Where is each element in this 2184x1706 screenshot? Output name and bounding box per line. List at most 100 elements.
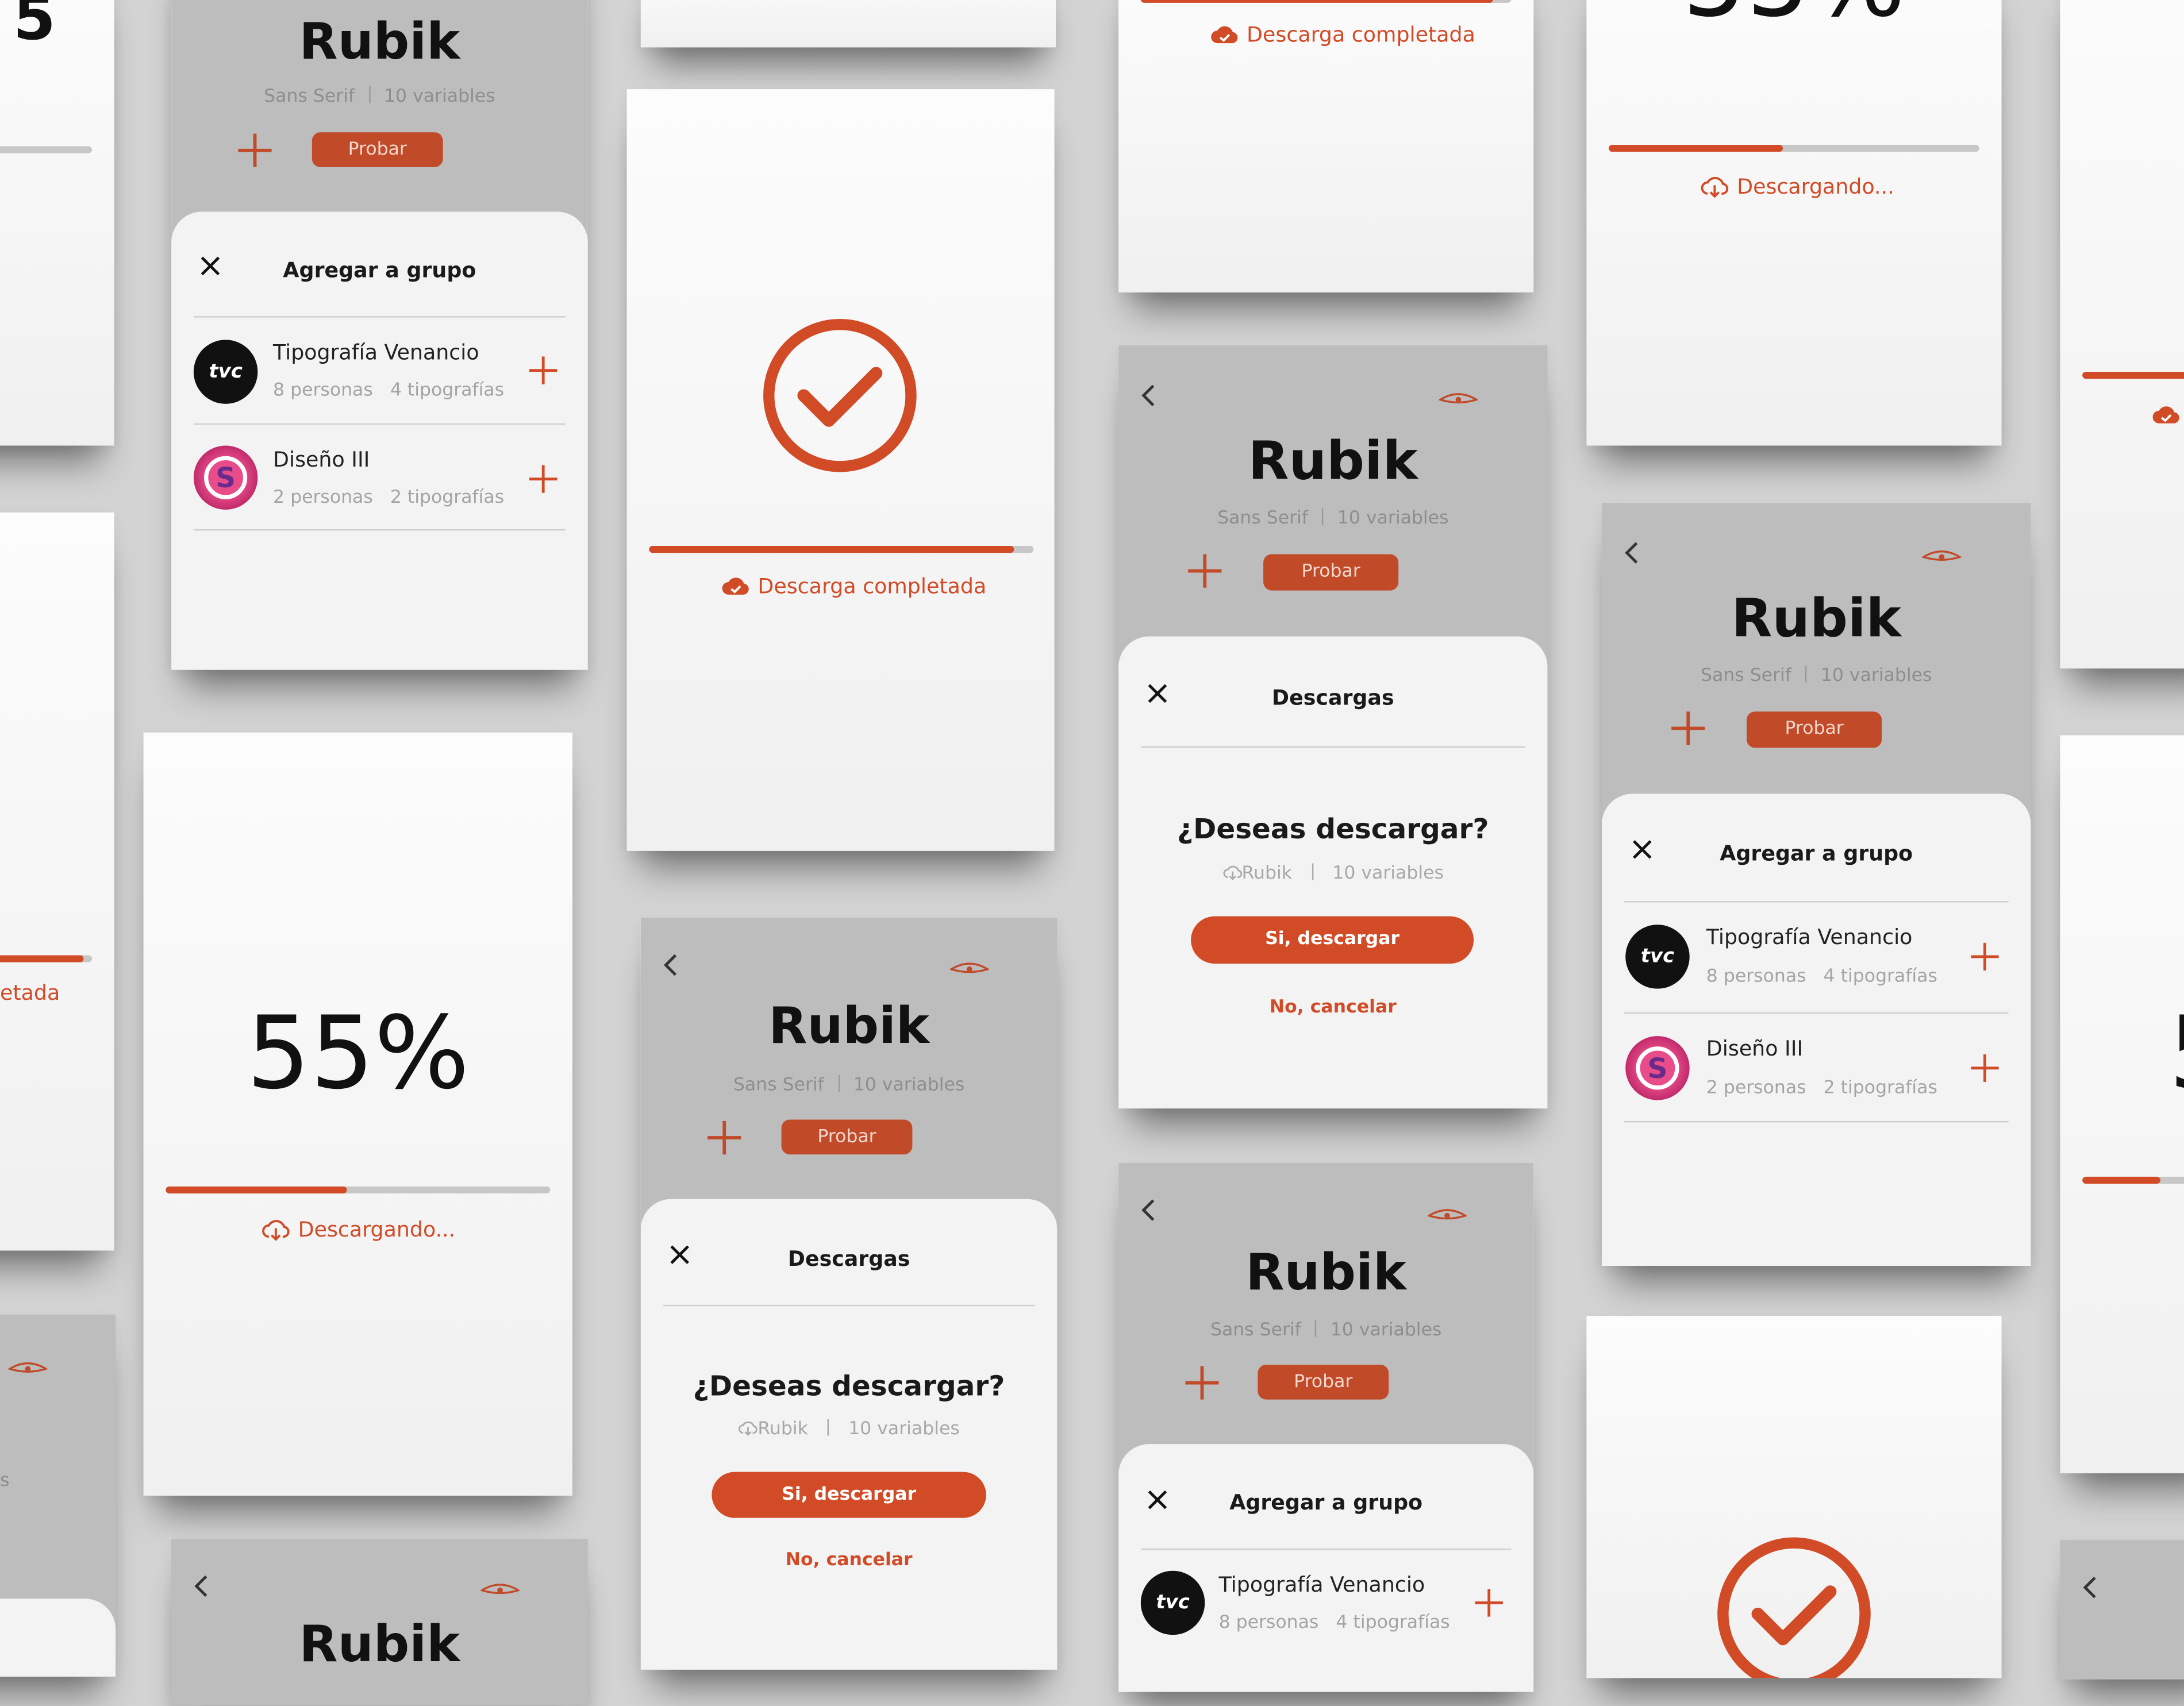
plus-icon[interactable] (236, 131, 275, 170)
group-meta: 8 personas 4 tipografías (1706, 966, 1937, 988)
back-icon[interactable] (1135, 1196, 1163, 1224)
font-meta: Sans Serif 10 variables (1701, 665, 1932, 687)
add-to-group-plus-icon[interactable] (529, 356, 557, 384)
font-title: Rubik (1245, 1245, 1407, 1302)
cloud-done-icon (2152, 406, 2179, 423)
downloads-sheet: Descargas ¿Deseas descargar? Rubik 10 var… (1118, 636, 1548, 1109)
sheet-title: Agregar a grupo (283, 257, 476, 283)
font-meta: Sans Serif 10 variables (1210, 1320, 1442, 1341)
back-icon[interactable] (1618, 539, 1646, 567)
screen-add-group-3: Rubik Sans Serif 10 variables Probar Agre… (1118, 1162, 1534, 1692)
screen-rubik-partial: s (0, 1314, 116, 1677)
sheet-title: Agregar a grupo (1229, 1490, 1423, 1515)
add-to-group-plus-icon[interactable] (1971, 942, 1999, 971)
avatar-tvc: tvc (1625, 925, 1690, 989)
progress-track (2082, 372, 2184, 379)
cancel-download-button[interactable]: No, cancelar (1118, 997, 1547, 1018)
eye-icon[interactable] (1922, 550, 1962, 564)
group-meta: 2 personas 2 tipografías (273, 487, 505, 509)
group-name: Tipografía Venancio (1706, 925, 1913, 950)
font-title: Rubik (299, 14, 460, 71)
add-group-sheet: Agregar a grupo tvc Tipografía Venancio … (1118, 1444, 1534, 1692)
screen-downloading-right: 5 (2060, 735, 2184, 1474)
plus-icon[interactable] (1185, 552, 1224, 591)
screen-downloads-2: Rubik Sans Serif 10 variables Probar Desc… (1118, 345, 1548, 1109)
progress-fill (166, 1186, 347, 1193)
back-icon[interactable] (188, 1572, 216, 1600)
screen-downloading-top: 55% Descargando... (1586, 0, 2002, 446)
group-meta: 8 personas 4 tipografías (273, 380, 505, 401)
avatar-tvc: tvc (193, 340, 258, 404)
add-to-group-plus-icon[interactable] (529, 465, 557, 493)
progress-track (1140, 0, 1512, 3)
progress-track (0, 955, 92, 962)
try-button[interactable]: Probar (1263, 554, 1399, 591)
font-title: Rubik (768, 998, 929, 1056)
cloud-done-icon (722, 577, 749, 595)
group-name: Tipografía Venancio (1218, 1572, 1425, 1597)
confirm-download-button[interactable]: Si, descargar (1191, 916, 1474, 964)
check-circle-icon (763, 318, 917, 472)
add-to-group-plus-icon[interactable] (1475, 1589, 1503, 1617)
svg-text:S: S (1648, 1053, 1668, 1085)
status-completed: Descarga completada (1210, 22, 1475, 47)
progress-track (1609, 145, 1979, 152)
sheet-partial (0, 1599, 116, 1677)
status-completed: Descarga completada (721, 573, 986, 599)
percent-label: 55% (246, 994, 470, 1111)
cloud-download-icon (739, 1421, 758, 1436)
cloud-download-icon (262, 1220, 290, 1241)
confirm-download-button[interactable]: Si, descargar (712, 1472, 986, 1518)
plus-icon[interactable] (705, 1118, 744, 1157)
try-button[interactable]: Probar (312, 132, 443, 167)
sheet-title: Agregar a grupo (1720, 841, 1913, 867)
plus-icon[interactable] (1183, 1364, 1222, 1403)
eye-icon[interactable] (949, 962, 989, 976)
font-title: Rubik (1731, 587, 1901, 649)
screen-completed-bottom (1586, 1316, 2002, 1678)
font-title: Rubik (299, 1616, 460, 1674)
eye-icon[interactable] (1428, 1209, 1467, 1223)
back-icon[interactable] (657, 951, 685, 979)
try-button[interactable]: Probar (1747, 711, 1882, 748)
progress-fill (649, 546, 1014, 553)
screen-downloads-1: Rubik Sans Serif 10 variables Probar Desc… (640, 918, 1058, 1670)
download-question: ¿Deseas descargar? (693, 1369, 1005, 1403)
back-icon[interactable] (1135, 382, 1163, 409)
eye-icon[interactable] (480, 1584, 520, 1597)
check-circle-icon (1717, 1537, 1871, 1678)
eye-icon[interactable] (1439, 392, 1478, 406)
download-question: ¿Deseas descargar? (1176, 811, 1489, 846)
progress-track (166, 1186, 551, 1193)
screen-rubik-bottom: Rubik (171, 1538, 588, 1706)
progress-track (0, 146, 92, 153)
screen-add-group-2: Rubik Sans Serif 10 variables Probar Agre… (1602, 502, 2031, 1266)
screen-completed-right (2060, 0, 2184, 669)
mockup-collage: 5 etada s Rubik Sans Serif 10 variables P… (0, 0, 2184, 1706)
screen-blank-top (640, 0, 1056, 48)
percent-partial: 5 (13, 0, 56, 55)
avatar-tvc: tvc (1140, 1570, 1205, 1635)
percent-label: 55% (1586, 0, 2001, 39)
screen-downloading: 55% Descargando... (143, 732, 573, 1496)
font-meta: Sans Serif 10 variables (1217, 508, 1449, 529)
status-downloading: Descargando... (1701, 174, 1894, 199)
add-to-group-plus-icon[interactable] (1971, 1054, 1999, 1083)
font-meta: Sans Serif 10 variables (171, 86, 588, 107)
try-button[interactable]: Probar (781, 1119, 913, 1155)
screen-complete-partial: etada (0, 512, 114, 1251)
progress-track (2082, 1176, 2184, 1184)
meta-partial: s (0, 1470, 10, 1492)
screen-rubik-right (2060, 1540, 2184, 1680)
downloads-sheet: Descargas ¿Deseas descargar? Rubik 10 var… (640, 1199, 1058, 1670)
percent-partial: 5 (2168, 994, 2184, 1111)
back-icon[interactable] (2077, 1574, 2104, 1601)
sheet-title: Descargas (787, 1246, 910, 1272)
cancel-download-button[interactable]: No, cancelar (641, 1550, 1058, 1570)
eye-icon[interactable] (8, 1362, 48, 1376)
try-button[interactable]: Probar (1258, 1365, 1389, 1400)
group-name: Diseño III (1706, 1036, 1804, 1061)
status-downloading: Descargando... (262, 1217, 455, 1242)
plus-icon[interactable] (1668, 709, 1708, 748)
font-meta: Sans Serif 10 variables (733, 1075, 965, 1096)
